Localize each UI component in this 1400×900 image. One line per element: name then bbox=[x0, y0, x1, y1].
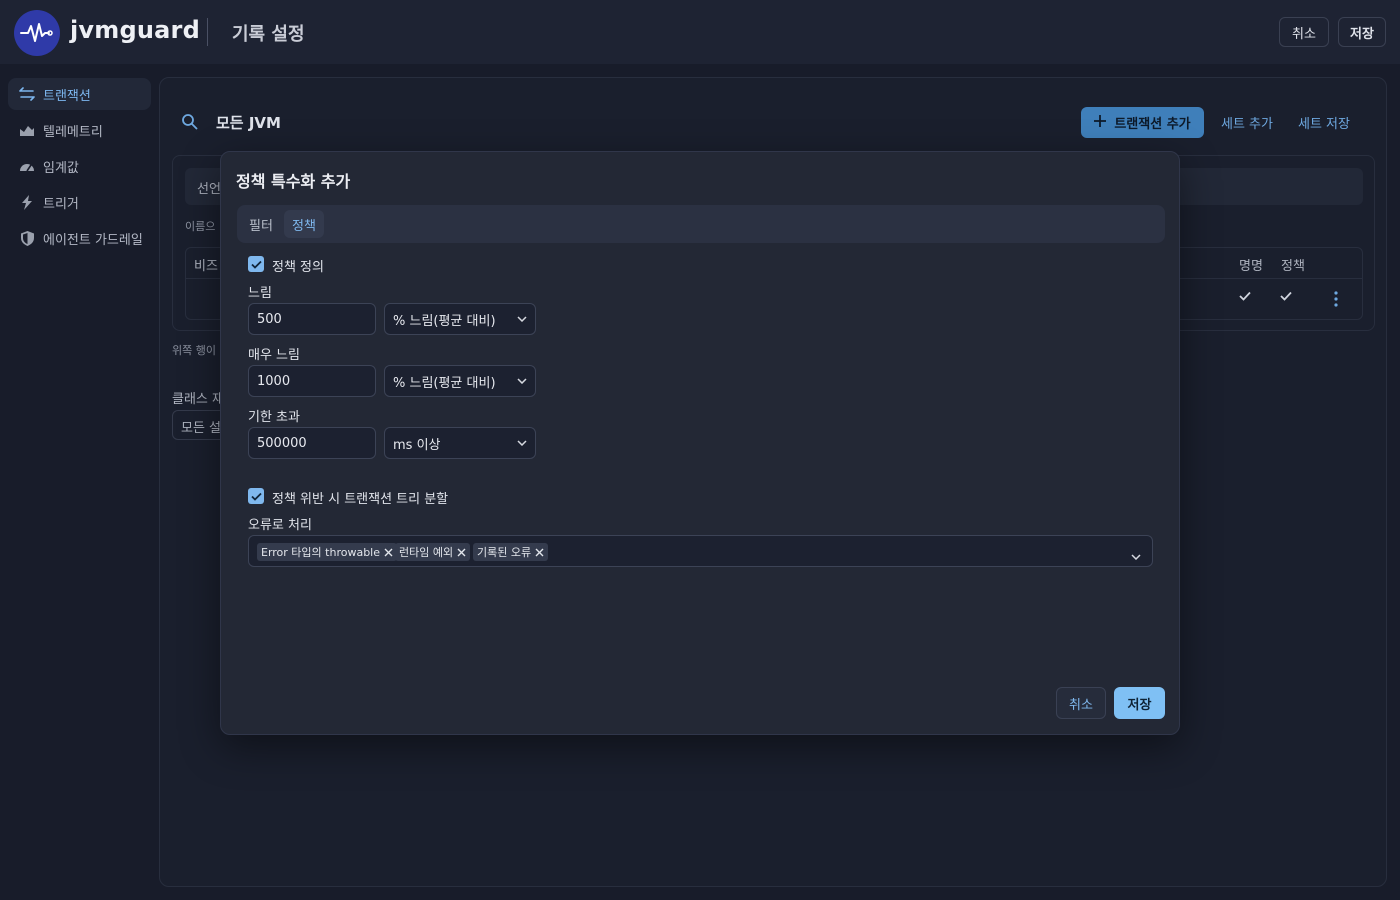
telemetry-chart-icon bbox=[19, 122, 35, 138]
slow-unit-select[interactable]: % 느림(평균 대비) bbox=[384, 303, 536, 335]
overdue-label: 기한 초과 bbox=[248, 410, 300, 425]
save-set-button[interactable]: 세트 저장 bbox=[1298, 113, 1350, 132]
chevron-down-icon bbox=[517, 316, 527, 322]
dialog-cancel-button[interactable]: 취소 bbox=[1056, 687, 1106, 719]
close-icon[interactable] bbox=[457, 548, 466, 557]
very-slow-unit-value: % 느림(평균 대비) bbox=[393, 375, 496, 391]
tab-filter[interactable]: 필터 bbox=[241, 210, 281, 238]
column-header-policy: 정책 bbox=[1281, 259, 1305, 274]
footer-hint-partial: 위쪽 행이 [ bbox=[172, 344, 224, 357]
policy-check-icon bbox=[1280, 290, 1292, 305]
chevron-down-icon bbox=[517, 378, 527, 384]
policy-definition-label: 정책 정의 bbox=[272, 260, 324, 275]
row-menu-icon[interactable] bbox=[1334, 291, 1338, 311]
policy-definition-checkbox[interactable] bbox=[248, 256, 264, 272]
close-icon[interactable] bbox=[384, 548, 393, 557]
sidebar-item-telemetry[interactable]: 텔레메트리 bbox=[8, 114, 151, 146]
very-slow-input[interactable]: 1000 bbox=[248, 365, 376, 397]
sidebar-item-label: 텔레메트리 bbox=[43, 124, 103, 140]
sidebar-item-label: 임계값 bbox=[43, 160, 79, 176]
overdue-input[interactable]: 500000 bbox=[248, 427, 376, 459]
sidebar-item-transactions[interactable]: 트랜잭션 bbox=[8, 78, 151, 110]
sidebar-item-label: 트랜잭션 bbox=[43, 88, 91, 104]
chip-label: Error 타입의 throwable bbox=[261, 546, 381, 559]
check-icon bbox=[250, 492, 262, 501]
class-label-partial: 클래스 재 bbox=[172, 392, 224, 407]
chevron-down-icon bbox=[517, 440, 527, 446]
error-chip: Error 타입의 throwable bbox=[257, 543, 398, 561]
dialog-title: 정책 특수화 추가 bbox=[236, 172, 351, 191]
pulse-icon[interactable] bbox=[14, 10, 60, 56]
transactions-icon bbox=[19, 86, 35, 102]
dialog-save-button[interactable]: 저장 bbox=[1114, 687, 1165, 719]
error-handling-label: 오류로 처리 bbox=[248, 518, 312, 533]
class-select-value: 모든 설 bbox=[181, 421, 222, 436]
overdue-unit-value: ms 이상 bbox=[393, 437, 441, 453]
close-icon[interactable] bbox=[535, 548, 544, 557]
brand-name: jvmguard bbox=[70, 16, 200, 44]
slow-input[interactable]: 500 bbox=[248, 303, 376, 335]
gauge-icon bbox=[19, 158, 35, 174]
sidebar-item-label: 트리거 bbox=[43, 196, 79, 212]
add-set-button[interactable]: 세트 추가 bbox=[1221, 113, 1273, 132]
check-icon bbox=[250, 260, 262, 269]
sidebar-item-agent-guardrail[interactable]: 에이전트 가드레일 bbox=[8, 222, 151, 254]
sidebar-item-triggers[interactable]: 트리거 bbox=[8, 186, 151, 218]
chevron-down-icon[interactable] bbox=[1131, 545, 1141, 564]
error-chip: 기록된 오류 bbox=[473, 543, 549, 561]
header-divider bbox=[207, 18, 208, 46]
naming-check-icon bbox=[1239, 290, 1251, 305]
chip-label: 런타임 예외 bbox=[399, 546, 454, 559]
policy-specialization-dialog: 정책 특수화 추가 필터 정책 정책 정의 느림 500 % 느림(평균 대비)… bbox=[220, 151, 1180, 735]
error-chip: 런타임 예외 bbox=[395, 543, 471, 561]
split-tree-label: 정책 위반 시 트랜잭션 트리 분할 bbox=[272, 492, 449, 507]
plus-icon bbox=[1094, 114, 1107, 131]
jvm-scope-label[interactable]: 모든 JVM bbox=[216, 112, 281, 133]
add-transaction-button[interactable]: 트랜잭션 추가 bbox=[1081, 107, 1204, 138]
split-tree-checkbox[interactable] bbox=[248, 488, 264, 504]
slow-unit-value: % 느림(평균 대비) bbox=[393, 313, 496, 329]
sidebar-item-thresholds[interactable]: 임계값 bbox=[8, 150, 151, 182]
very-slow-unit-select[interactable]: % 느림(평균 대비) bbox=[384, 365, 536, 397]
dialog-tabs: 필터 정책 bbox=[237, 205, 1165, 243]
slow-label: 느림 bbox=[248, 286, 272, 301]
shield-icon bbox=[19, 230, 35, 246]
lightning-icon bbox=[19, 194, 35, 210]
column-header-business: 비즈 bbox=[194, 259, 218, 274]
add-transaction-label: 트랜잭션 추가 bbox=[1114, 117, 1191, 132]
background-tab-partial[interactable]: 선언 bbox=[197, 178, 221, 197]
top-bar: jvmguard 기록 설정 취소 저장 bbox=[0, 0, 1400, 64]
column-header-naming: 명명 bbox=[1239, 259, 1263, 274]
page-title: 기록 설정 bbox=[232, 24, 305, 45]
header-cancel-button[interactable]: 취소 bbox=[1279, 17, 1329, 47]
overdue-unit-select[interactable]: ms 이상 bbox=[384, 427, 536, 459]
very-slow-label: 매우 느림 bbox=[248, 348, 300, 363]
sidebar-item-label: 에이전트 가드레일 bbox=[43, 232, 143, 248]
tab-policy[interactable]: 정책 bbox=[284, 210, 324, 238]
search-icon[interactable] bbox=[181, 113, 198, 134]
name-hint-partial: 이름으 bbox=[185, 220, 216, 233]
chip-label: 기록된 오류 bbox=[477, 546, 532, 559]
error-handling-multiselect[interactable]: Error 타입의 throwable 런타임 예외 기록된 오류 bbox=[248, 535, 1153, 567]
header-save-button[interactable]: 저장 bbox=[1338, 17, 1386, 47]
